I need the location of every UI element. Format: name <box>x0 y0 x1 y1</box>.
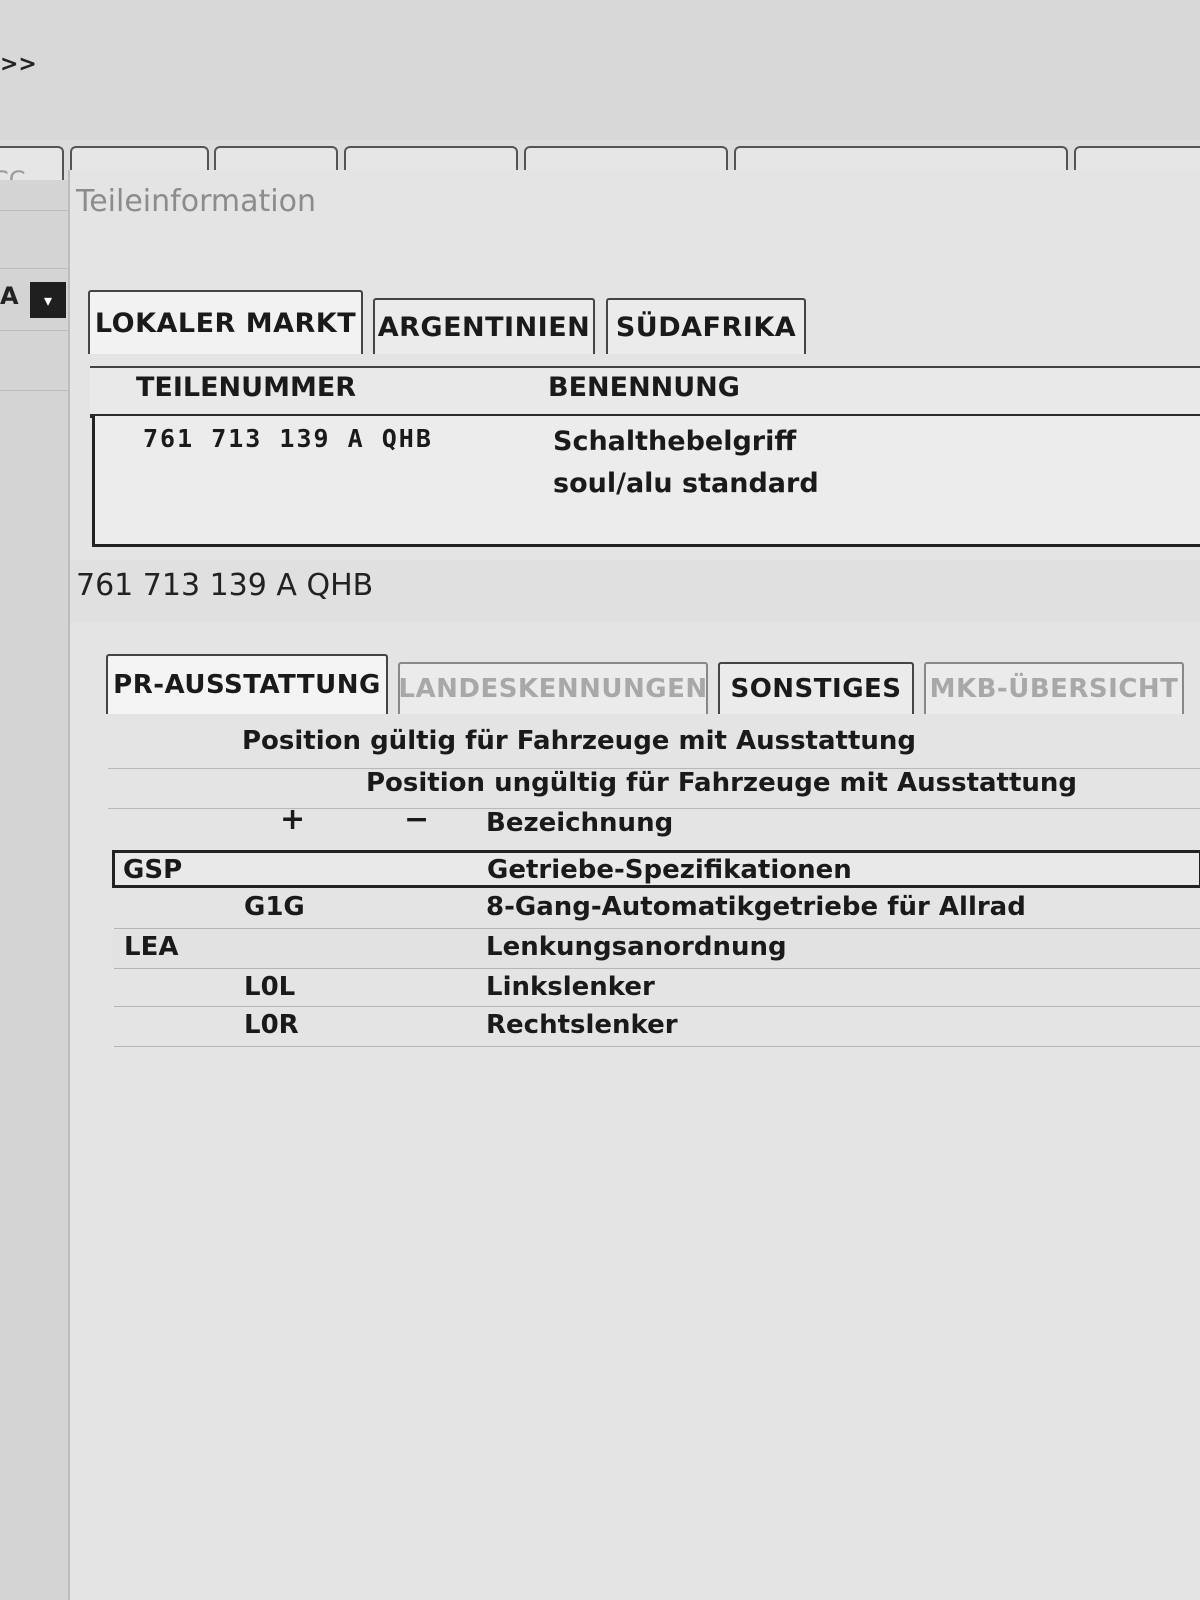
tab-sonstiges[interactable]: SONSTIGES <box>718 662 914 714</box>
equipment-group: GSP <box>123 855 183 885</box>
row-divider <box>114 1046 1200 1047</box>
part-name: Schalthebelgriff <box>553 426 797 457</box>
equipment-row[interactable]: GSP Getriebe-Spezifikationen <box>112 850 1200 888</box>
window-title: Teileinformation <box>76 184 316 219</box>
dropdown-button[interactable]: ▾ <box>30 282 66 318</box>
parts-table-header: TEILENUMMER BENENNUNG <box>90 366 1200 418</box>
tab-label: LOKALER MARKT <box>94 307 357 339</box>
equipment-description: Rechtslenker <box>486 1010 678 1040</box>
legend-invalid: Position ungültig für Fahrzeuge mit Auss… <box>366 768 1078 798</box>
row-divider <box>114 968 1200 969</box>
equipment-row[interactable]: L0R Rechtslenker <box>112 1008 1200 1046</box>
part-name-detail: soul/alu standard <box>553 468 819 499</box>
tab-label: SONSTIGES <box>730 674 902 704</box>
row-divider <box>114 928 1200 929</box>
tab-label: LANDESKENNUNGEN <box>398 674 708 704</box>
minus-column-header: − <box>404 802 430 837</box>
tab-mkb-uebersicht[interactable]: MKB-ÜBERSICHT <box>924 662 1184 714</box>
tab-pr-ausstattung[interactable]: PR-AUSSTATTUNG <box>106 654 388 714</box>
left-panel <box>0 180 68 1600</box>
designation-column-header: Bezeichnung <box>486 808 674 838</box>
left-panel-divider <box>0 390 68 391</box>
tab-label: MKB-ÜBERSICHT <box>929 674 1179 704</box>
part-info-window: Teileinformation LOKALER MARKT ARGENTINI… <box>68 170 1200 1600</box>
equipment-plus-code: G1G <box>244 892 305 922</box>
tab-landeskennungen[interactable]: LANDESKENNUNGEN <box>398 662 708 714</box>
tab-label: SÜDAFRIKA <box>615 311 797 343</box>
equipment-row[interactable]: L0L Linkslenker <box>112 970 1200 1008</box>
column-header-designation: BENENNUNG <box>548 372 740 403</box>
tab-argentinien[interactable]: ARGENTINIEN <box>373 298 595 354</box>
row-divider <box>114 1006 1200 1007</box>
equipment-description: Getriebe-Spezifikationen <box>487 855 852 885</box>
equipment-description: Linkslenker <box>486 972 655 1002</box>
column-header-part-number: TEILENUMMER <box>136 372 357 403</box>
background-tab[interactable]: CC <box>0 146 64 194</box>
selected-part-bar: 761 713 139 A QHB <box>70 560 1200 622</box>
left-field-value: A <box>0 282 19 310</box>
equipment-row[interactable]: LEA Lenkungsanordnung <box>112 930 1200 968</box>
left-panel-divider <box>0 268 68 269</box>
legend-valid: Position gültig für Fahrzeuge mit Aussta… <box>242 726 917 756</box>
parts-table-row[interactable]: 761 713 139 A QHB Schalthebelgriff soul/… <box>92 416 1200 547</box>
tab-lokaler-markt[interactable]: LOKALER MARKT <box>88 290 363 354</box>
top-toolbar: >> <box>0 0 1200 140</box>
part-number: 761 713 139 A QHB <box>143 424 433 453</box>
equipment-plus-code: L0R <box>244 1010 299 1040</box>
tab-label: PR-AUSSTATTUNG <box>113 670 381 700</box>
equipment-plus-code: L0L <box>244 972 296 1002</box>
equipment-row[interactable]: G1G 8-Gang-Automatikgetriebe für Allrad <box>112 890 1200 928</box>
plus-column-header: + <box>280 802 306 837</box>
left-panel-divider <box>0 210 68 211</box>
chevron-down-icon: ▾ <box>43 290 53 310</box>
selected-part-number: 761 713 139 A QHB <box>76 568 374 603</box>
forward-nav-button[interactable]: >> <box>0 52 37 77</box>
tab-label: ARGENTINIEN <box>377 311 591 343</box>
equipment-group: LEA <box>124 932 179 962</box>
equipment-description: 8-Gang-Automatikgetriebe für Allrad <box>486 892 1026 922</box>
tab-suedafrika[interactable]: SÜDAFRIKA <box>606 298 806 354</box>
left-panel-divider <box>0 330 68 331</box>
equipment-description: Lenkungsanordnung <box>486 932 787 962</box>
